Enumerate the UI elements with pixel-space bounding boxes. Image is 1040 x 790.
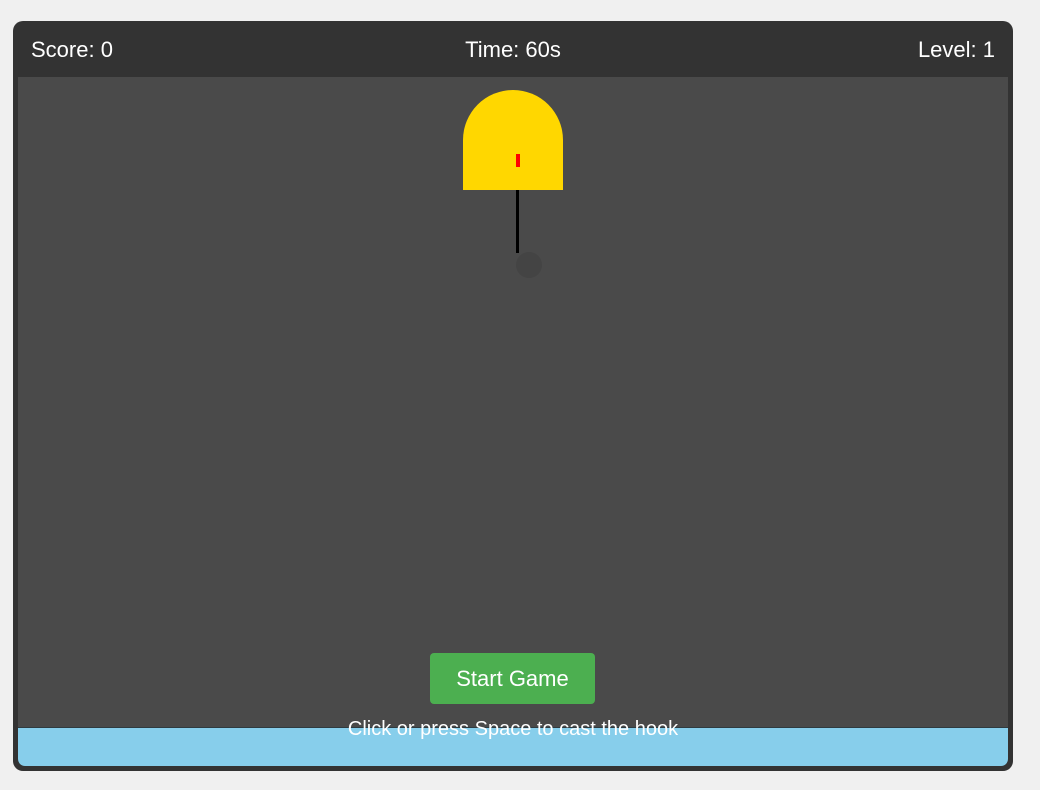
game-canvas[interactable]: [18, 77, 1008, 727]
game-container: Score: 0 Time: 60s Level: 1 Start Game C…: [13, 21, 1013, 771]
hook-icon: [516, 252, 542, 278]
claw-indicator: [516, 154, 520, 167]
hook-rope: [516, 190, 519, 253]
claw-machine-head: [463, 90, 563, 190]
level-display: Level: 1: [917, 37, 995, 62]
hud-bar: Score: 0 Time: 60s Level: 1: [13, 21, 1013, 77]
instructions-text: Click or press Space to cast the hook: [347, 718, 679, 740]
start-game-button[interactable]: Start Game: [430, 653, 595, 704]
time-display: Time: 60s: [465, 37, 561, 62]
